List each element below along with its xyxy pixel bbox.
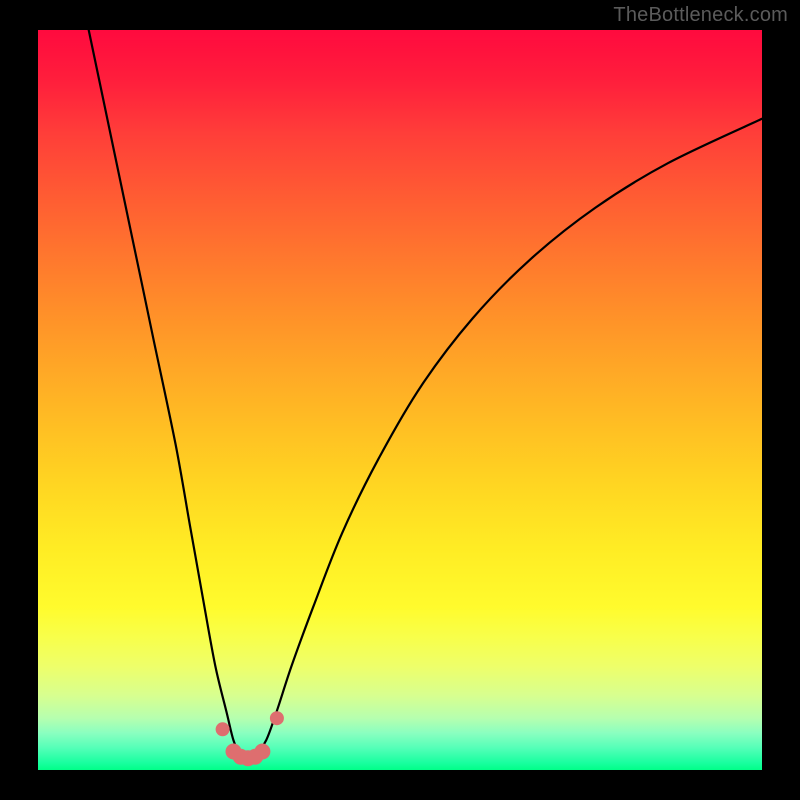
- watermark-text: TheBottleneck.com: [613, 4, 788, 27]
- curve-layer: [38, 30, 762, 770]
- bottleneck-curve: [89, 30, 762, 759]
- highlight-dots: [216, 711, 284, 766]
- highlight-dot: [216, 722, 230, 736]
- highlight-dot: [270, 711, 284, 725]
- highlight-dot: [254, 744, 270, 760]
- plot-area: [38, 30, 762, 770]
- chart-frame: TheBottleneck.com: [0, 0, 800, 800]
